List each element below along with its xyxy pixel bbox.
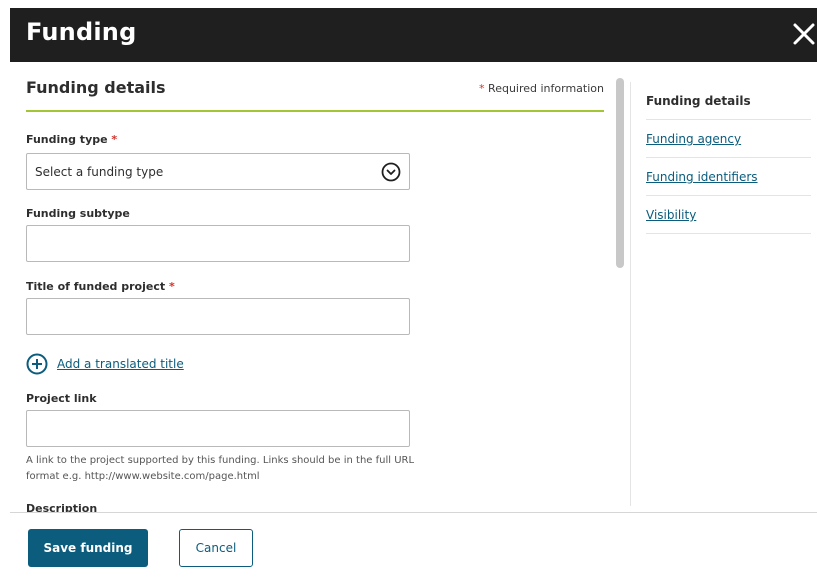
dialog-header: Funding [10,8,817,62]
scrollbar-thumb[interactable] [616,78,624,268]
required-star: * [168,280,175,293]
required-info-text: Required information [488,82,604,95]
nav-item-label: Funding identifiers [646,170,758,184]
divider [630,82,631,506]
nav-item-funding-identifiers[interactable]: Funding identifiers [646,158,811,196]
funding-type-label-text: Funding type [26,133,108,146]
dialog-title: Funding [26,18,137,46]
nav-item-label: Visibility [646,208,697,222]
required-star: * [111,133,118,146]
nav-item-visibility[interactable]: Visibility [646,196,811,234]
nav-item-funding-details[interactable]: Funding details [646,82,811,120]
dialog-content: Funding details * Required information F… [10,62,817,512]
add-translated-title-text: Add a translated title [57,357,184,371]
required-info: * Required information [479,82,604,95]
funding-type-value: Select a funding type [35,165,164,179]
nav-item-label: Funding agency [646,132,742,146]
save-funding-button[interactable]: Save funding [28,529,148,567]
funding-type-label: Funding type * [26,133,117,146]
description-label: Description [26,502,98,512]
funding-dialog: Funding Funding details * Required infor… [10,8,817,581]
project-link-help: A link to the project supported by this … [26,455,415,482]
close-icon[interactable] [791,19,817,49]
funding-subtype-label: Funding subtype [26,207,130,220]
project-link-label: Project link [26,392,97,405]
plus-circle-icon [26,353,48,375]
project-title-input[interactable] [26,298,410,335]
nav-item-funding-agency[interactable]: Funding agency [646,120,811,158]
required-star: * [479,82,485,95]
project-title-label-text: Title of funded project [26,280,166,293]
nav-item-label: Funding details [646,94,751,108]
chevron-down-circle-icon [381,162,401,182]
section-header: Funding details * Required information [26,76,604,112]
funding-subtype-input[interactable] [26,225,410,262]
project-title-label: Title of funded project * [26,280,175,293]
dialog-footer: Save funding Cancel [10,512,817,581]
add-translated-title-link[interactable]: Add a translated title [26,353,226,375]
section-title: Funding details [26,78,166,97]
cancel-button[interactable]: Cancel [179,529,253,567]
funding-type-select[interactable]: Select a funding type [26,153,410,190]
project-link-input[interactable] [26,410,410,447]
